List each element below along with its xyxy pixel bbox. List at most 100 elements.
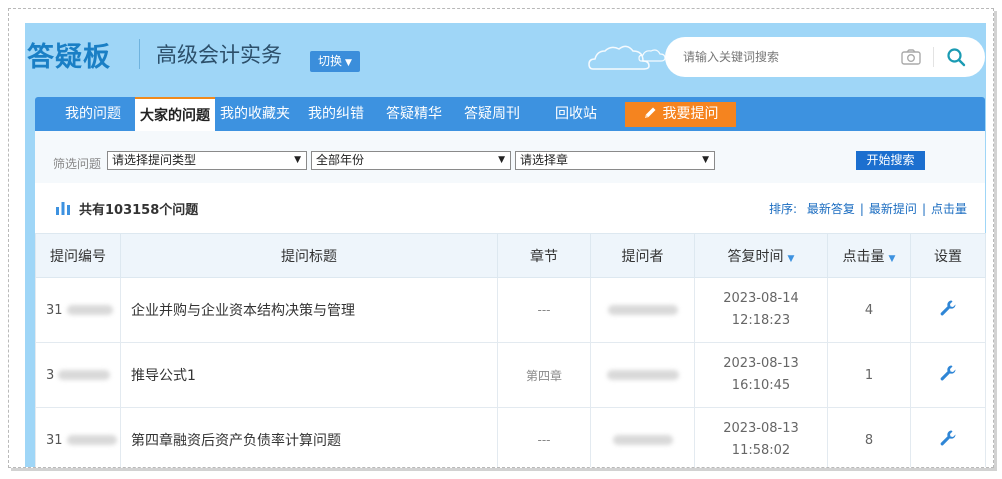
question-id: 3 (35, 342, 121, 408)
nav-item-weekly[interactable]: 答疑周刊 (459, 97, 525, 131)
column-header-chapter: 章节 (497, 233, 591, 278)
total-count-text: 共有103158个问题 (79, 203, 199, 218)
question-title[interactable]: 推导公式1 (120, 342, 498, 408)
question-id-text: 31 (46, 302, 63, 318)
question-chapter: --- (497, 277, 591, 343)
table-row: 31 第四章融资后资产负债率计算问题 --- 2023-08-13 11:58:0… (35, 407, 986, 467)
question-list-panel: 共有103158个问题 排序: 最新答复 | 最新提问 | 点击量 提问编号 提问标题 … (35, 183, 986, 467)
switch-label: 切换 (318, 54, 343, 68)
logo-divider (139, 39, 140, 69)
screenshot-frame: 答疑板 高级会计实务 切换▼ 我的问题 (8, 8, 994, 468)
year-value: 全部年份 (316, 153, 365, 167)
search-icon[interactable] (946, 47, 966, 67)
sort-label: 排序: (768, 202, 798, 216)
table-row: 3 推导公式1 第四章 2023-08-13 16:10:45 1 (35, 342, 986, 408)
question-title[interactable]: 企业并购与企业资本结构决策与管理 (120, 277, 498, 343)
ask-question-label: 我要提问 (662, 106, 719, 122)
question-id: 31 (35, 407, 121, 467)
clicks-label: 点击量 (842, 248, 885, 265)
nav-item-corrections[interactable]: 我的纠错 (303, 97, 369, 131)
click-count: 4 (827, 277, 911, 343)
sort-separator: | (921, 202, 926, 216)
question-type-select[interactable]: 请选择提问类型 ▼ (107, 151, 307, 170)
column-header-asker: 提问者 (590, 233, 695, 278)
table-row: 31 企业并购与企业资本结构决策与管理 --- 2023-08-14 12:18:… (35, 277, 986, 343)
sort-caret-icon: ▼ (787, 253, 795, 264)
nav-item-recycle-bin[interactable]: 回收站 (545, 97, 607, 131)
sort-options: 排序: 最新答复 | 最新提问 | 点击量 (769, 200, 967, 217)
answer-time: 2023-08-13 16:10:45 (694, 342, 828, 408)
camera-icon[interactable] (901, 49, 921, 65)
question-asker (590, 342, 695, 408)
wrench-icon[interactable] (939, 364, 957, 382)
question-asker (590, 407, 695, 467)
column-header-settings: 设置 (910, 233, 986, 278)
ask-question-button[interactable]: 我要提问 (625, 102, 736, 127)
answer-time: 2023-08-14 12:18:23 (694, 277, 828, 343)
total-count: 共有103158个问题 (55, 199, 198, 218)
sort-clicks[interactable]: 点击量 (931, 202, 967, 216)
answer-date: 2023-08-13 (723, 421, 799, 436)
click-count: 1 (827, 342, 911, 408)
answer-clock: 12:18:23 (731, 313, 791, 328)
question-asker (590, 277, 695, 343)
answer-date: 2023-08-13 (723, 356, 799, 371)
settings-cell (910, 342, 986, 408)
switch-course-button[interactable]: 切换 ▼ (310, 51, 360, 72)
sort-separator: | (859, 202, 864, 216)
click-count: 8 (827, 407, 911, 467)
filter-bar: 筛选问题 请选择提问类型 ▼ 全部年份 ▼ 请选择章 ▼ 开始搜索 (35, 131, 985, 183)
nav-item-everyone-questions[interactable]: 大家的问题 (135, 97, 215, 133)
wrench-icon[interactable] (939, 429, 957, 447)
bar-chart-icon (56, 202, 70, 215)
column-header-clicks[interactable]: 点击量 ▼ (827, 233, 911, 278)
table-header-row: 提问编号 提问标题 章节 提问者 答复时间 ▼ 点击量 ▼ 设置 (35, 233, 986, 278)
chevron-down-icon: ▼ (294, 155, 301, 165)
chevron-down-icon: ▼ (498, 155, 505, 165)
nav-item-my-questions[interactable]: 我的问题 (57, 97, 129, 131)
column-header-id: 提问编号 (35, 233, 121, 278)
start-search-button[interactable]: 开始搜索 (856, 151, 925, 170)
column-header-title: 提问标题 (120, 233, 498, 278)
chevron-down-icon: ▼ (702, 155, 709, 165)
settings-cell (910, 277, 986, 343)
pencil-icon (644, 107, 655, 118)
redacted-asker (606, 370, 679, 380)
question-id-text: 31 (46, 432, 63, 448)
chevron-down-icon: ▼ (345, 58, 352, 68)
redacted-id (66, 435, 117, 445)
main-nav: 我的问题 大家的问题 我的收藏夹 我的纠错 答疑精华 答疑周刊 回收站 我要提问 (35, 97, 985, 133)
sort-latest-question[interactable]: 最新提问 (869, 202, 917, 216)
nav-item-highlights[interactable]: 答疑精华 (381, 97, 447, 131)
search-divider (933, 47, 934, 67)
redacted-asker (612, 435, 673, 445)
answer-time-label: 答复时间 (727, 248, 784, 265)
search-box (665, 37, 985, 77)
sort-caret-icon: ▼ (888, 253, 896, 264)
question-chapter: --- (497, 407, 591, 467)
chapter-value: 请选择章 (520, 153, 569, 167)
redacted-asker (607, 305, 678, 315)
question-id: 31 (35, 277, 121, 343)
wrench-icon[interactable] (939, 299, 957, 317)
chapter-select[interactable]: 请选择章 ▼ (515, 151, 715, 170)
question-title[interactable]: 第四章融资后资产负债率计算问题 (120, 407, 498, 467)
redacted-id (66, 305, 113, 315)
answer-date: 2023-08-14 (723, 291, 799, 306)
questions-table: 提问编号 提问标题 章节 提问者 答复时间 ▼ 点击量 ▼ 设置 31 企业并购与企… (35, 233, 986, 467)
year-select[interactable]: 全部年份 ▼ (311, 151, 511, 170)
settings-cell (910, 407, 986, 467)
column-header-answer-time[interactable]: 答复时间 ▼ (694, 233, 828, 278)
answer-board-page: 答疑板 高级会计实务 切换▼ 我的问题 (25, 23, 986, 467)
question-id-text: 3 (46, 367, 55, 383)
answer-clock: 16:10:45 (731, 378, 791, 393)
nav-item-favorites[interactable]: 我的收藏夹 (215, 97, 295, 131)
logo[interactable]: 答疑板 (27, 35, 111, 74)
cloud-icon (638, 49, 666, 62)
sort-latest-answer[interactable]: 最新答复 (807, 202, 855, 216)
question-chapter: 第四章 (497, 342, 591, 408)
answer-clock: 11:58:02 (731, 443, 791, 458)
redacted-id (58, 370, 111, 380)
answer-time: 2023-08-13 11:58:02 (694, 407, 828, 467)
search-input[interactable] (683, 47, 883, 67)
